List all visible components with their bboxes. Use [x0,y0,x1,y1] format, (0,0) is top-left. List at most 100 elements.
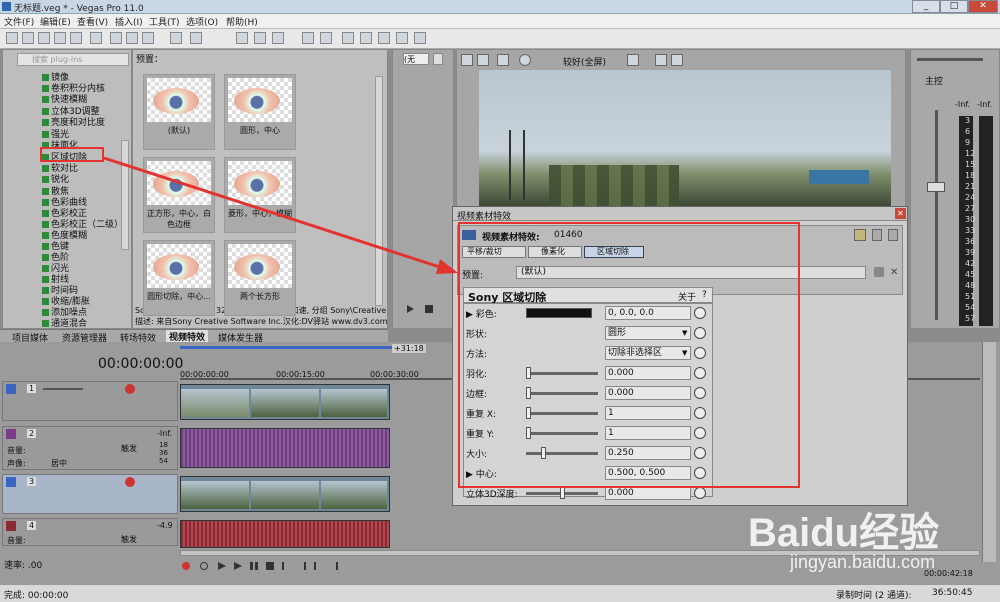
minimize-button[interactable]: _ [912,0,940,13]
copy-snapshot-icon[interactable] [655,54,667,66]
render-icon[interactable] [54,32,66,44]
menu-view[interactable]: 查看(V) [77,15,108,28]
save-preset-icon[interactable] [874,267,884,277]
redo-icon[interactable] [170,32,182,44]
master-fader-handle[interactable] [927,182,945,192]
split-screen-icon[interactable] [519,54,531,66]
meter-scale-tick: 21 [965,182,976,191]
insert-fx-label[interactable]: 触发 [121,443,137,454]
plugin-icon [42,309,49,316]
next-frame-icon[interactable] [330,562,338,570]
copy-icon[interactable] [126,32,138,44]
record-arm-icon[interactable] [125,477,135,487]
record-icon[interactable] [182,562,190,570]
new-icon[interactable] [6,32,18,44]
selection-tool-icon[interactable] [378,32,390,44]
plugin-item[interactable]: 通道混合 [42,316,87,329]
paste-icon[interactable] [142,32,154,44]
fx-bypass-icon[interactable] [854,229,866,241]
save-snapshot-icon[interactable] [671,54,683,66]
previous-frame-icon[interactable] [314,562,322,570]
auto-crossfade-icon[interactable] [254,32,266,44]
meter-scale-tick: 30 [965,215,976,224]
lock-envelopes-icon[interactable] [302,32,314,44]
preset-thumb[interactable]: 两个长方形 [224,240,296,316]
loop-icon[interactable] [200,562,208,570]
video-clip-track3[interactable] [180,476,390,512]
stop-icon[interactable] [266,562,274,570]
preset-thumb[interactable]: 圆形，中心 [224,74,296,150]
help-pointer-icon[interactable] [414,32,426,44]
menu-edit[interactable]: 编辑(E) [40,15,71,28]
play-icon[interactable] [234,562,242,570]
menu-insert[interactable]: 插入(I) [115,15,143,28]
audio-clip-track2[interactable] [180,428,390,468]
chevron-down-icon[interactable] [433,53,443,65]
preset-thumb[interactable]: 正方形，中心，白色边框 [143,157,215,233]
video-clip-track1[interactable] [180,384,390,420]
ignore-grouping-icon[interactable] [320,32,332,44]
presets-header: 预置： [136,55,164,65]
cut-icon[interactable] [110,32,122,44]
delete-preset-icon[interactable]: ✕ [890,267,898,278]
insert-fx-label[interactable]: 触发 [121,534,137,545]
pause-icon[interactable] [250,562,258,570]
undo-icon[interactable] [90,32,102,44]
history-icon[interactable] [190,32,202,44]
fx-plugin-chooser-icon[interactable] [888,229,898,241]
menu-file[interactable]: 文件(F) [4,15,34,28]
preset-thumb[interactable]: 菱形，中心，模糊 [224,157,296,233]
eye-image [234,88,280,114]
audio-clip-track4[interactable] [180,520,390,548]
preview-settings-icon[interactable] [461,54,473,66]
param-depth-slider[interactable] [526,486,598,500]
save-icon[interactable] [38,32,50,44]
go-to-end-icon[interactable] [298,562,306,570]
maximize-button[interactable]: □ [940,0,968,13]
param-depth-value[interactable]: 0.000 [605,486,691,500]
open-icon[interactable] [22,32,34,44]
preview-preset-select[interactable]: (无 [403,53,429,65]
video-fx-icon[interactable] [497,54,509,66]
go-to-start-icon[interactable] [282,562,290,570]
properties-icon[interactable] [70,32,82,44]
plugin-search-input[interactable]: 搜索 plug-ins [17,53,129,66]
composite-level-slider[interactable] [43,388,83,390]
external-monitor-icon[interactable] [477,54,489,66]
animate-icon[interactable] [694,487,706,499]
preset-thumb[interactable]: 圆形切除，中心... [143,240,215,316]
plugin-icon [42,96,49,103]
loop-region-bar[interactable] [180,346,392,349]
stop-icon[interactable] [425,305,433,313]
normal-edit-tool-icon[interactable] [342,32,354,44]
snap-icon[interactable] [236,32,248,44]
plugin-icon [42,243,49,250]
fx-chain-icon[interactable] [872,229,882,241]
preset-image [228,161,292,205]
timeline-vscrollbar[interactable] [982,342,996,562]
preset-thumb[interactable]: (默认) [143,74,215,150]
close-icon[interactable]: ✕ [895,208,906,219]
record-time-value: 36:50:45 [932,588,973,598]
plugin-icon [42,232,49,239]
close-button[interactable]: ✕ [968,0,998,13]
envelope-tool-icon[interactable] [360,32,372,44]
play-icon[interactable] [407,305,415,313]
ripple-icon[interactable] [272,32,284,44]
tree-scrollbar[interactable] [121,140,129,250]
menu-tools[interactable]: 工具(T) [149,15,180,28]
zoom-tool-icon[interactable] [396,32,408,44]
overlays-icon[interactable] [627,54,639,66]
plugin-icon [42,210,49,217]
preview-quality[interactable]: 较好(全屏) [563,55,606,68]
annotation-highlight-box [458,222,800,488]
status-bar: 完成: 00:00:00 00:00:42:18 录制时间 (2 通道): 36… [0,569,1000,602]
plugin-icon [42,254,49,261]
menu-options[interactable]: 选项(O) [186,15,218,28]
presets-scrollbar[interactable] [375,76,383,306]
menu-help[interactable]: 帮助(H) [226,15,258,28]
master-fader-track [935,110,938,320]
record-arm-icon[interactable] [125,384,135,394]
play-from-start-icon[interactable] [218,562,226,570]
plugin-icon [42,165,49,172]
